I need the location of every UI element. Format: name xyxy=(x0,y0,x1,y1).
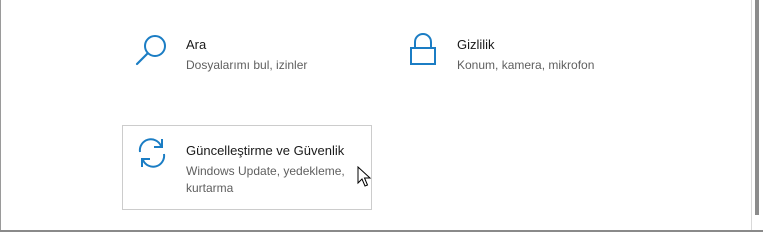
tile-title: Gizlilik xyxy=(457,37,495,52)
tile-title: Ara xyxy=(186,37,207,52)
settings-tile-privacy[interactable]: Gizlilik Konum, kamera, mikrofon xyxy=(395,26,645,90)
window-border-left xyxy=(0,0,1,232)
tile-subtitle: Konum, kamera, mikrofon xyxy=(457,58,595,72)
tile-subtitle: Dosyalarımı bul, izinler xyxy=(186,58,308,72)
scrollbar-thumb[interactable] xyxy=(755,0,759,215)
tile-subtitle-line2: kurtarma xyxy=(186,181,234,195)
lock-icon xyxy=(405,32,441,68)
settings-tile-search[interactable]: Ara Dosyalarımı bul, izinler xyxy=(124,26,372,90)
settings-window: Ara Dosyalarımı bul, izinler Gizlilik Ko… xyxy=(0,0,763,232)
settings-tile-update-security[interactable]: Güncelleştirme ve Güvenlik Windows Updat… xyxy=(122,125,372,210)
tile-subtitle-line1: Windows Update, yedekleme, xyxy=(186,164,345,178)
search-icon xyxy=(134,32,170,68)
window-border-bottom xyxy=(0,230,763,232)
sync-icon xyxy=(134,135,170,171)
mouse-cursor-icon xyxy=(357,165,373,188)
tile-title: Güncelleştirme ve Güvenlik xyxy=(186,143,345,158)
